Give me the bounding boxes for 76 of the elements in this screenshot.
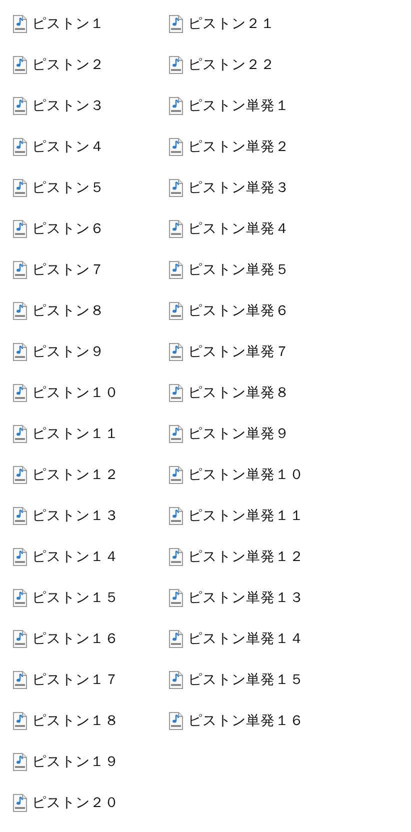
audio-file-icon [12,14,28,32]
audio-file-icon [12,794,28,812]
audio-file-icon [12,670,28,688]
audio-file-icon [12,466,28,484]
audio-file-icon [12,96,28,114]
audio-file-icon [168,466,184,484]
file-item[interactable]: ピストン６ [12,208,168,249]
audio-file-icon [168,630,184,648]
audio-file-icon [168,96,184,114]
file-item[interactable]: ピストン５ [12,167,168,208]
file-item[interactable]: ピストン１３ [12,495,168,536]
file-item[interactable]: ピストン単発７ [168,331,368,372]
audio-file-icon [12,342,28,360]
audio-file-icon [168,424,184,442]
audio-file-icon [12,56,28,74]
file-item[interactable]: ピストン単発６ [168,290,368,331]
audio-file-icon [168,138,184,156]
file-item[interactable]: ピストン単発１１ [168,495,368,536]
audio-file-icon [12,178,28,196]
audio-file-icon [12,506,28,524]
file-item[interactable]: ピストン１１ [12,413,168,454]
file-item[interactable]: ピストン単発１３ [168,577,368,618]
audio-file-icon [168,588,184,606]
audio-file-icon [168,712,184,730]
audio-file-icon [12,138,28,156]
file-item[interactable]: ピストン単発４ [168,208,368,249]
file-item[interactable]: ピストン単発１０ [168,454,368,495]
audio-file-icon [12,588,28,606]
file-item[interactable]: ピストン単発１２ [168,536,368,577]
audio-file-icon [168,302,184,320]
audio-file-icon [168,384,184,402]
file-item[interactable]: ピストン単発１４ [168,618,368,659]
file-item[interactable]: ピストン４ [12,126,168,167]
audio-file-icon [168,220,184,238]
file-item[interactable]: ピストン３ [12,85,168,126]
file-item[interactable]: ピストン１４ [12,536,168,577]
file-item[interactable]: ピストン１８ [12,700,168,741]
file-item[interactable]: ピストン９ [12,331,168,372]
file-item[interactable]: ピストン２１ [168,3,368,44]
file-item[interactable]: ピストン単発１５ [168,659,368,700]
audio-file-icon [168,14,184,32]
file-item[interactable]: ピストン１７ [12,659,168,700]
audio-file-icon [168,342,184,360]
audio-file-icon [168,670,184,688]
audio-file-icon [12,424,28,442]
file-item[interactable]: ピストン単発５ [168,249,368,290]
audio-file-icon [168,178,184,196]
file-item[interactable]: ピストン１９ [12,741,168,782]
audio-file-icon [12,302,28,320]
audio-file-icon [12,630,28,648]
audio-file-icon [12,752,28,770]
file-item[interactable]: ピストン１２ [12,454,168,495]
file-item[interactable]: ピストン２２ [168,44,368,85]
file-item[interactable]: ピストン１５ [12,577,168,618]
audio-file-icon [168,56,184,74]
file-item[interactable]: ピストン単発１６ [168,700,368,741]
file-item[interactable]: ピストン７ [12,249,168,290]
file-item[interactable]: ピストン単発３ [168,167,368,208]
audio-file-icon [12,384,28,402]
audio-file-icon [12,220,28,238]
file-item[interactable]: ピストン１６ [12,618,168,659]
file-item[interactable]: ピストン単発９ [168,413,368,454]
file-item[interactable]: ピストン２ [12,44,168,85]
file-item[interactable]: ピストン８ [12,290,168,331]
audio-file-icon [12,548,28,566]
file-item[interactable]: ピストン単発２ [168,126,368,167]
audio-file-icon [12,712,28,730]
file-item[interactable]: ピストン単発８ [168,372,368,413]
audio-file-icon [168,548,184,566]
audio-file-icon [12,260,28,278]
file-item[interactable]: ピストン単発１ [168,85,368,126]
audio-file-icon [168,260,184,278]
audio-file-icon [168,506,184,524]
file-item[interactable]: ピストン１ [12,3,168,44]
file-item[interactable]: ピストン１０ [12,372,168,413]
file-item[interactable]: ピストン２０ [12,782,168,823]
